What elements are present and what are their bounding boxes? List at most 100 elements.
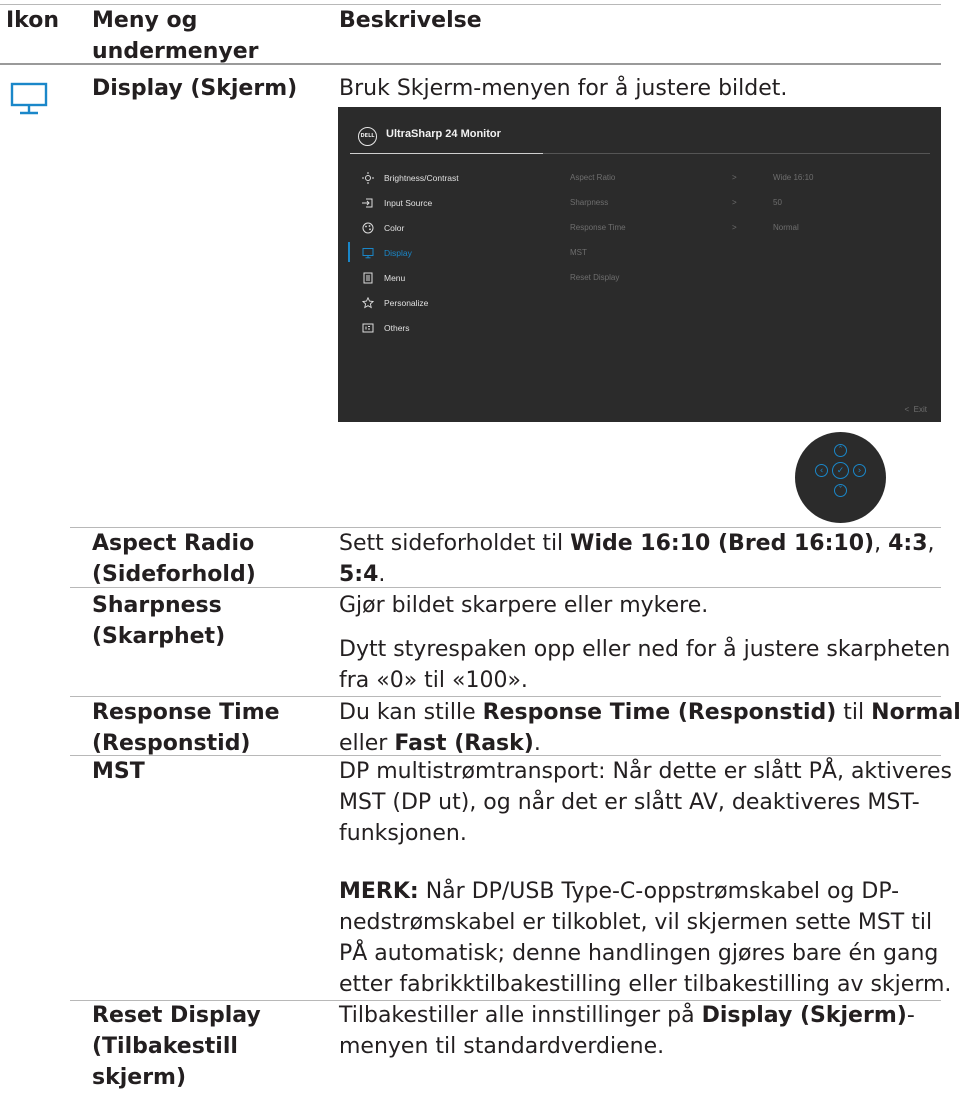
aspect-end: . [378,562,386,587]
osd-sub-aspect-value: Wide 16:10 [773,173,814,182]
response-text: til [836,700,872,725]
reset-desc-line1: Tilbakestiller alle innstillinger på Dis… [339,1000,915,1031]
osd-sub-response-value: Normal [773,223,799,232]
osd-sub-arrow: > [732,223,737,232]
joystick-right-icon: › [853,464,866,477]
response-term: Response Time (Responstid) [482,700,837,725]
menu-name-response-time: Response Time (Responstid) [92,697,280,759]
joystick-diagram: ˆ ‹ ✓ › ˇ [795,432,886,523]
column-header-icon: Ikon [6,8,60,33]
sun-icon [362,171,374,184]
sharpness-desc-1: Gjør bildet skarpere eller mykere. [339,593,709,618]
reset-term: Display (Skjerm) [701,1003,907,1028]
osd-menu-label: Others [384,322,410,333]
menu-icon [363,272,373,284]
reset-end: - [906,1003,915,1028]
osd-exit-button[interactable]: < Exit [905,405,927,414]
mst-note-line1: MERK: Når DP/USB Type-C-oppstrømskabel o… [339,876,951,907]
mst-desc-line1: DP multistrømtransport: Når dette er slå… [339,759,953,784]
mst-note-line4: etter fabrikktilbakestilling eller tilba… [339,972,952,997]
aspect-desc-line2: 5:4. [339,559,935,590]
osd-menu-label: Display [384,247,412,258]
aspect-option-wide: Wide 16:10 (Bred 16:10) [570,531,875,556]
menu-name-sharpness: Sharpness (Skarphet) [92,590,225,652]
mst-note: MERK: Når DP/USB Type-C-oppstrømskabel o… [339,876,951,1000]
osd-sub-sharpness-value: 50 [773,198,782,207]
response-description: Du kan stille Response Time (Responstid)… [339,697,961,759]
response-option-normal: Normal [871,700,961,725]
chevron-left-icon: < [904,405,910,414]
osd-sub-sharpness[interactable]: Sharpness [570,198,608,207]
response-option-fast: Fast (Rask) [394,731,534,756]
aspect-sep: , [874,531,889,556]
response-text: Du kan stille [339,700,483,725]
response-desc-line1: Du kan stille Response Time (Responstid)… [339,697,961,728]
osd-sub-aspect-ratio[interactable]: Aspect Ratio [570,173,615,182]
response-end: . [533,731,541,756]
osd-sub-mst[interactable]: MST [570,248,587,257]
joystick-left-icon: ‹ [815,464,828,477]
display-description: Bruk Skjerm-menyen for å justere bildet. [339,76,788,101]
osd-menu-input-source[interactable]: Input Source [362,192,432,212]
osd-menu-display[interactable]: Display [362,242,412,262]
osd-sub-response-time[interactable]: Response Time [570,223,626,232]
joystick-check-icon: ✓ [832,462,849,479]
aspect-name-line2: (Sideforhold) [92,562,256,587]
sharpness-desc-2: Dytt styrespaken opp eller ned for å jus… [339,634,950,696]
response-text: eller [339,731,395,756]
osd-menu-label: Color [384,222,405,233]
osd-menu-label: Menu [384,272,406,283]
aspect-option-4-3: 4:3 [888,531,928,556]
osd-menu-color[interactable]: Color [362,217,404,237]
monitor-icon [362,247,374,259]
response-name-line2: (Responstid) [92,731,251,756]
osd-menu-label: Brightness/Contrast [384,172,459,183]
column-header-description: Beskrivelse [339,8,482,33]
reset-name-line3: skjerm) [92,1065,187,1090]
menu-name-mst: MST [92,759,145,784]
aspect-sep: , [927,531,935,556]
osd-menu-brightness-contrast[interactable]: Brightness/Contrast [362,167,459,187]
input-icon [362,198,373,208]
monitor-icon [10,82,50,122]
sharpness-desc-2-line1: Dytt styrespaken opp eller ned for å jus… [339,637,951,662]
mst-note-line2: nedstrømskabel er tilkoblet, vil skjerme… [339,910,933,935]
mst-note-line3: PÅ automatisk; denne handlingen gjøres b… [339,941,939,966]
menu-name-display: Display (Skjerm) [92,76,298,101]
osd-selection-bar [348,242,350,262]
osd-title: UltraSharp 24 Monitor [386,128,501,140]
osd-menu-personalize[interactable]: Personalize [362,292,428,312]
mst-desc-line2: MST (DP ut), og når det er slått AV, dea… [339,790,920,815]
column-header-menu-line2: undermenyer [92,39,259,64]
osd-menu-label: Input Source [384,197,433,208]
joystick-up-icon: ˆ [834,444,847,457]
aspect-description: Sett sideforholdet til Wide 16:10 (Bred … [339,528,935,590]
star-icon [362,296,374,309]
osd-sub-reset-display[interactable]: Reset Display [570,273,619,282]
reset-text: Tilbakestiller alle innstillinger på [339,1003,702,1028]
aspect-option-5-4: 5:4 [339,562,379,587]
osd-screenshot: DELL UltraSharp 24 Monitor Brightness/Co… [338,107,941,422]
reset-name-line1: Reset Display [92,1003,261,1028]
column-header-menu-line1: Meny og [92,8,198,33]
sharpness-name-line2: (Skarphet) [92,624,226,649]
reset-description: Tilbakestiller alle innstillinger på Dis… [339,1000,915,1062]
reset-desc-line2: menyen til standardverdiene. [339,1034,665,1059]
osd-title-highlight [350,153,543,154]
aspect-desc-text: Sett sideforholdet til [339,531,571,556]
response-name-line1: Response Time [92,700,280,725]
dell-logo: DELL [358,127,377,146]
aspect-desc-line1: Sett sideforholdet til Wide 16:10 (Bred … [339,528,935,559]
others-icon [362,323,374,333]
palette-icon [362,222,374,234]
mst-desc-line3: funksjonen. [339,821,467,846]
joystick-down-icon: ˇ [834,484,847,497]
osd-sub-arrow: > [732,198,737,207]
osd-menu-label: Personalize [384,297,429,308]
note-label: MERK: [339,879,419,904]
mst-note-text: Når DP/USB Type-C-oppstrømskabel og DP- [418,879,900,904]
menu-name-reset-display: Reset Display (Tilbakestill skjerm) [92,1000,261,1093]
osd-menu-others[interactable]: Others [362,317,410,337]
osd-menu-menu[interactable]: Menu [362,267,405,287]
reset-name-line2: (Tilbakestill [92,1034,238,1059]
